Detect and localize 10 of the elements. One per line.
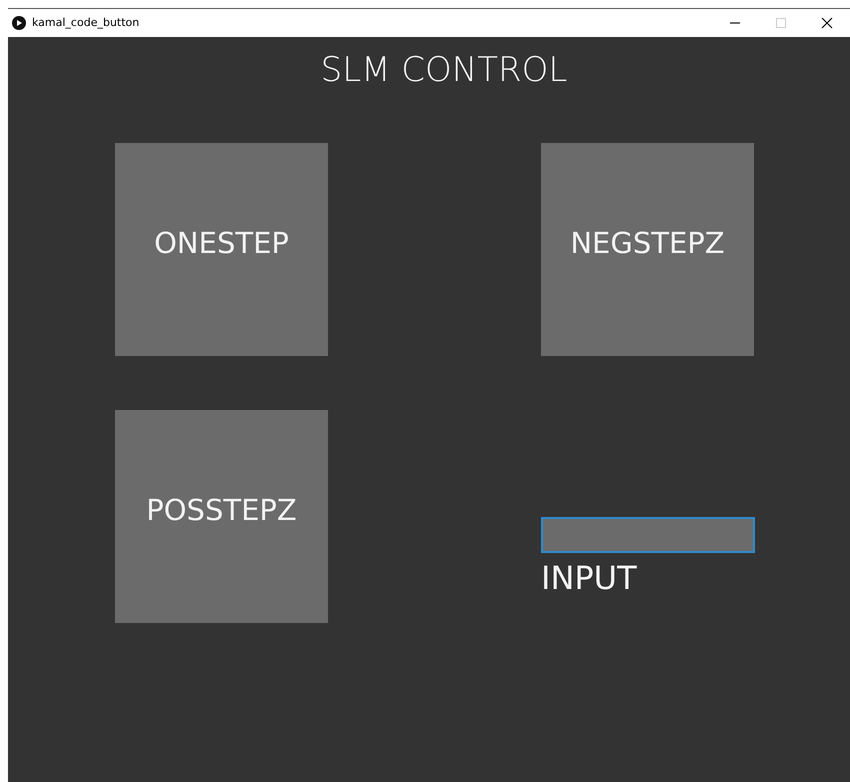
input-field[interactable] (541, 517, 755, 553)
app-heading: SLM CONTROL (320, 49, 568, 92)
step-button[interactable]: NEGSTEPZ (541, 143, 754, 356)
input-label: INPUT (541, 559, 638, 598)
window-title: kamal_code_button (32, 14, 140, 31)
step-button[interactable]: ONESTEP (115, 143, 328, 356)
maximize-icon (775, 17, 787, 29)
step-button[interactable]: POSSTEPZ (115, 410, 328, 623)
close-icon (821, 17, 833, 29)
app-icon (12, 16, 26, 30)
